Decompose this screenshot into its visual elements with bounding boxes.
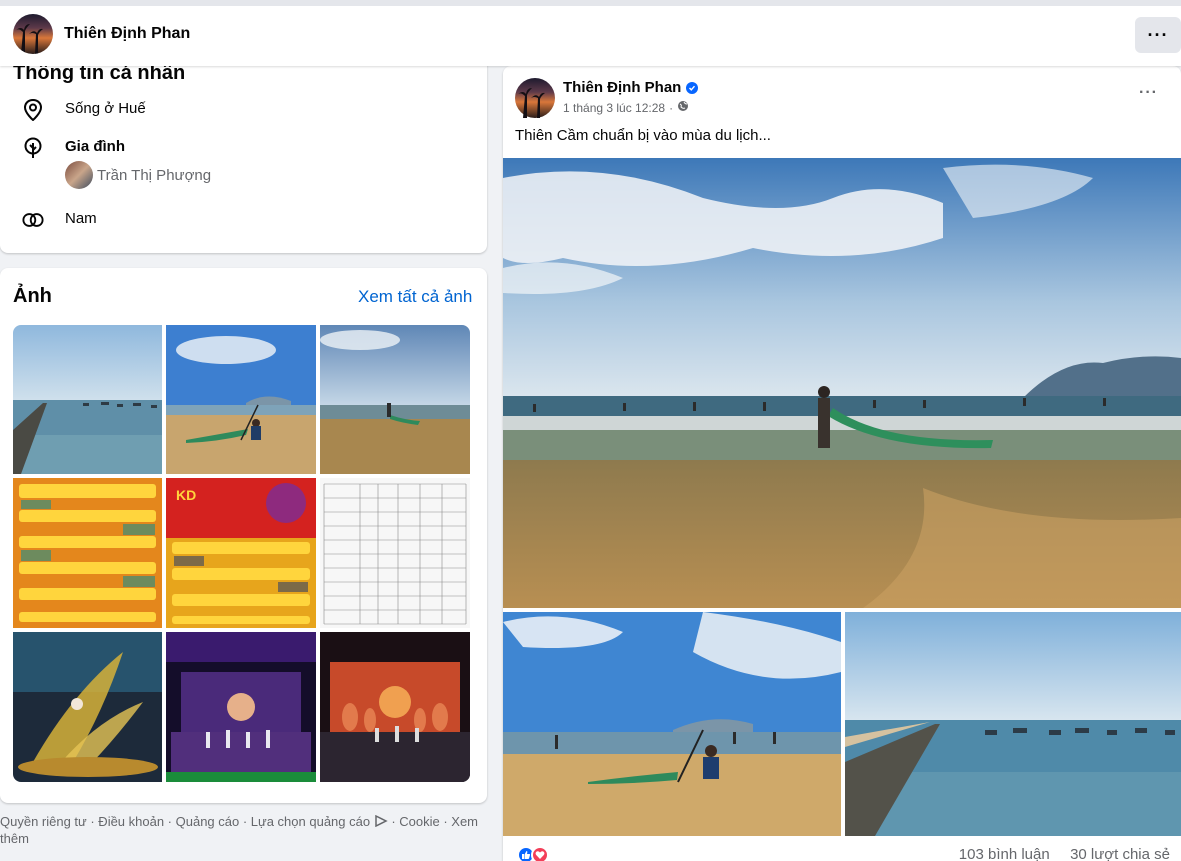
love-reaction-icon (531, 846, 549, 861)
engagement-counts: 103 bình luận 30 lượt chia sẻ (959, 846, 1170, 861)
post-card: Thiên Định Phan 1 tháng 3 lúc 12:28 · ··… (503, 66, 1181, 861)
family-tree-icon (22, 137, 44, 159)
see-all-photos-link[interactable]: Xem tất cả ảnh (358, 287, 472, 307)
photo-thumbnail[interactable] (13, 632, 162, 782)
post-timestamp[interactable]: 1 tháng 3 lúc 12:28 (563, 101, 665, 115)
photo-thumbnail[interactable] (13, 325, 162, 474)
photo-thumbnail[interactable] (320, 325, 470, 474)
location-pin-icon (22, 99, 44, 121)
family-member[interactable]: Trần Thị Phượng (65, 161, 211, 189)
post-options-button[interactable]: ··· (1139, 84, 1158, 102)
post-author-name[interactable]: Thiên Định Phan (563, 79, 681, 96)
footer-links-text[interactable]: Quyền riêng tư · Điều khoản · Quảng cáo … (0, 814, 370, 829)
more-options-button[interactable]: ··· (1135, 17, 1181, 53)
avatar[interactable] (13, 14, 53, 54)
post-main-photo[interactable] (503, 158, 1181, 608)
svg-text:KD: KD (176, 487, 196, 503)
author-avatar[interactable] (515, 78, 555, 118)
photo-thumbnail[interactable] (166, 325, 316, 474)
photo-thumbnail[interactable] (320, 478, 470, 628)
footer-links: Quyền riêng tư · Điều khoản · Quảng cáo … (0, 814, 487, 847)
lives-in-text[interactable]: Sống ở Huế (65, 99, 146, 119)
photo-thumbnail[interactable] (320, 632, 470, 782)
meta-separator: · (669, 100, 674, 115)
post-author[interactable]: Thiên Định Phan (563, 79, 699, 96)
gender-row: Nam (22, 209, 97, 231)
post-photo[interactable] (845, 612, 1181, 836)
lives-in-row: Sống ở Huế (22, 99, 146, 121)
comment-count[interactable]: 103 bình luận (959, 846, 1050, 861)
verified-badge-icon (686, 81, 699, 94)
share-count[interactable]: 30 lượt chia sẻ (1070, 846, 1170, 861)
family-member-name[interactable]: Trần Thị Phượng (97, 167, 211, 184)
post-meta: 1 tháng 3 lúc 12:28 · (563, 100, 689, 115)
gender-text: Nam (65, 210, 97, 227)
family-member-avatar[interactable] (65, 161, 93, 189)
photo-thumbnail[interactable] (13, 478, 162, 628)
intro-card: Thông tin cá nhân Sống ở Huế Gia đình Tr… (0, 40, 487, 253)
adchoices-icon (374, 814, 388, 831)
photos-card: Ảnh Xem tất cả ảnh KD (0, 268, 487, 803)
family-label: Gia đình (65, 138, 125, 155)
photo-thumbnail[interactable] (166, 632, 316, 782)
post-stats: 103 bình luận 30 lượt chia sẻ (503, 842, 1181, 861)
family-row: Gia đình (22, 137, 125, 159)
globe-icon (677, 100, 689, 115)
photo-thumbnail[interactable]: KD (166, 478, 316, 628)
gender-rings-icon (22, 209, 44, 231)
reaction-summary[interactable] (517, 846, 549, 861)
post-caption: Thiên Cầm chuẩn bị vào mùa du lịch... (515, 127, 771, 144)
photos-title: Ảnh (13, 285, 52, 307)
post-photo[interactable] (503, 612, 841, 836)
photo-grid: KD (13, 325, 470, 782)
profile-name[interactable]: Thiên Định Phan (64, 25, 190, 43)
profile-header-bar: Thiên Định Phan ··· (0, 0, 1181, 66)
